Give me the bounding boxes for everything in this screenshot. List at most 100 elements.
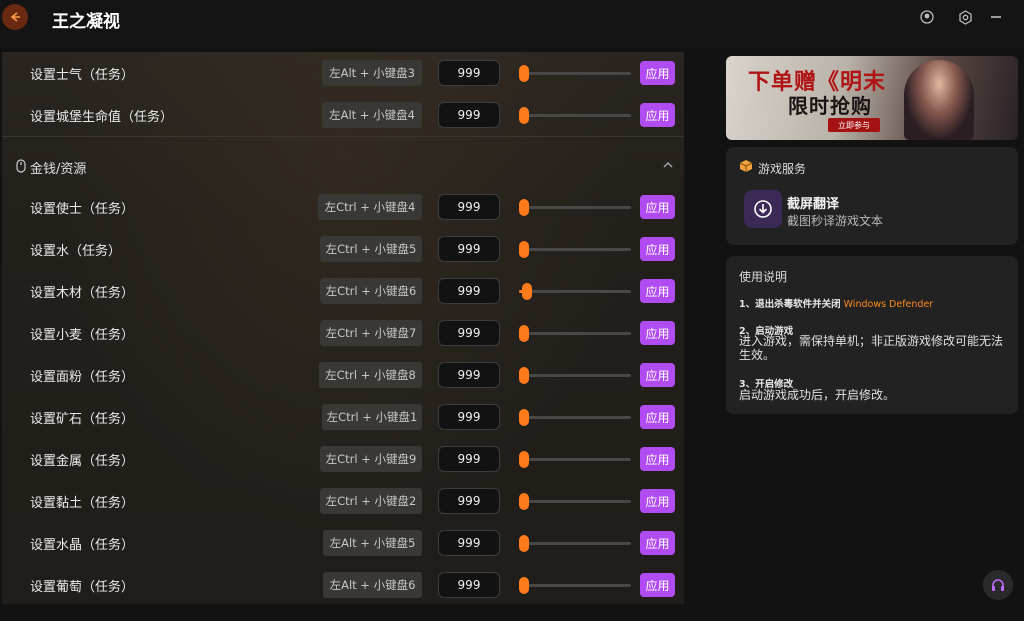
arrow-left-icon (10, 12, 20, 22)
cheat-label: 设置金属（任务） (30, 454, 135, 469)
value-slider[interactable] (519, 107, 631, 124)
support-button[interactable] (983, 570, 1013, 600)
step-1-title: 1、退出杀毒软件并关闭 (739, 299, 841, 310)
value-slider[interactable] (519, 325, 631, 342)
value-slider[interactable] (519, 65, 631, 82)
cheat-list-panel[interactable]: 设置士气（任务） 左Alt + 小键盘3 999 应用 设置城堡生命值（任务） … (2, 52, 684, 604)
user-icon (920, 10, 934, 24)
cheat-label: 设置葡萄（任务） (30, 580, 135, 595)
apply-button[interactable]: 应用 (640, 321, 675, 345)
value-input[interactable]: 999 (438, 236, 500, 262)
cheat-label: 设置城堡生命值（任务） (30, 110, 174, 125)
value-slider[interactable] (519, 283, 631, 300)
slider-thumb[interactable] (519, 493, 529, 510)
hotkey-button[interactable]: 左Alt + 小键盘5 (323, 530, 422, 556)
box-icon (739, 160, 753, 172)
value-slider[interactable] (519, 367, 631, 384)
slider-thumb[interactable] (519, 409, 529, 426)
step-2-text: 进入游戏，需保持单机；非正版游戏修改可能无法生效。 (739, 334, 1004, 362)
slider-thumb[interactable] (519, 325, 529, 342)
slider-thumb[interactable] (519, 451, 529, 468)
value-input[interactable]: 999 (438, 320, 500, 346)
chevron-up-icon[interactable] (662, 159, 674, 171)
hotkey-button[interactable]: 左Ctrl + 小键盘8 (319, 362, 422, 388)
value-input[interactable]: 999 (438, 446, 500, 472)
download-icon (754, 200, 772, 218)
hotkey-button[interactable]: 左Ctrl + 小键盘4 (318, 194, 422, 220)
value-input[interactable]: 999 (438, 530, 500, 556)
screen-translate-button[interactable] (744, 190, 782, 228)
slider-thumb[interactable] (519, 577, 529, 594)
slider-thumb[interactable] (519, 199, 529, 216)
cheat-label: 设置使士（任务） (30, 202, 135, 217)
value-slider[interactable] (519, 535, 631, 552)
services-title: 游戏服务 (758, 162, 807, 176)
slider-thumb[interactable] (519, 367, 529, 384)
cheat-label: 设置黏土（任务） (30, 496, 135, 511)
back-button[interactable] (2, 4, 28, 30)
apply-button[interactable]: 应用 (640, 405, 675, 429)
apply-button[interactable]: 应用 (640, 61, 675, 85)
cheat-label: 设置小麦（任务） (30, 328, 135, 343)
apply-button[interactable]: 应用 (640, 195, 675, 219)
hotkey-button[interactable]: 左Ctrl + 小键盘5 (320, 236, 422, 262)
hotkey-button[interactable]: 左Alt + 小键盘3 (322, 60, 422, 86)
minimize-button[interactable] (988, 9, 1004, 25)
value-slider[interactable] (519, 241, 631, 258)
slider-thumb[interactable] (519, 241, 529, 258)
value-input[interactable]: 999 (438, 194, 500, 220)
apply-button[interactable]: 应用 (640, 103, 675, 127)
cheat-label: 设置木材（任务） (30, 286, 135, 301)
instruction-step-1: 1、退出杀毒软件并关闭 Windows Defender (739, 296, 933, 310)
value-slider[interactable] (519, 451, 631, 468)
apply-button[interactable]: 应用 (640, 447, 675, 471)
cheat-label: 设置面粉（任务） (30, 370, 135, 385)
hotkey-button[interactable]: 左Ctrl + 小键盘1 (322, 404, 422, 430)
apply-button[interactable]: 应用 (640, 237, 675, 261)
hotkey-button[interactable]: 左Alt + 小键盘6 (323, 572, 422, 598)
character-art (904, 60, 974, 140)
apply-button[interactable]: 应用 (640, 573, 675, 597)
cheat-row: 设置城堡生命值（任务） 左Alt + 小键盘4 999 应用 (2, 94, 684, 136)
cheat-row: 设置小麦（任务） 左Ctrl + 小键盘7 999 应用 (2, 312, 684, 354)
hotkey-button[interactable]: 左Ctrl + 小键盘9 (320, 446, 422, 472)
apply-button[interactable]: 应用 (640, 489, 675, 513)
value-input[interactable]: 999 (438, 488, 500, 514)
hotkey-button[interactable]: 左Ctrl + 小键盘2 (320, 488, 422, 514)
apply-button[interactable]: 应用 (640, 363, 675, 387)
value-slider[interactable] (519, 493, 631, 510)
value-slider[interactable] (519, 409, 631, 426)
value-slider[interactable] (519, 199, 631, 216)
section-title: 金钱/资源 (30, 162, 87, 177)
value-input[interactable]: 999 (438, 60, 500, 86)
apply-button[interactable]: 应用 (640, 279, 675, 303)
slider-thumb[interactable] (519, 65, 529, 82)
service-item-name[interactable]: 截屏翻译 (787, 193, 839, 212)
slider-thumb[interactable] (521, 283, 532, 300)
instructions-title: 使用说明 (739, 270, 788, 284)
hotkey-button[interactable]: 左Alt + 小键盘4 (322, 102, 422, 128)
value-input[interactable]: 999 (438, 572, 500, 598)
cheat-row: 设置士气（任务） 左Alt + 小键盘3 999 应用 (2, 52, 684, 94)
user-button[interactable] (919, 9, 935, 25)
value-input[interactable]: 999 (438, 278, 500, 304)
slider-thumb[interactable] (519, 535, 529, 552)
slider-thumb[interactable] (519, 107, 529, 124)
value-input[interactable]: 999 (438, 404, 500, 430)
title-bar: 王之凝视 (0, 0, 1024, 48)
cheat-label: 设置水（任务） (30, 244, 122, 259)
hotkey-button[interactable]: 左Ctrl + 小键盘6 (320, 278, 422, 304)
value-input[interactable]: 999 (438, 362, 500, 388)
promo-banner[interactable]: 下单赠《明末 限时抢购 立即参与 (726, 56, 1018, 140)
value-slider[interactable] (519, 577, 631, 594)
cheat-row: 设置矿石（任务） 左Ctrl + 小键盘1 999 应用 (2, 396, 684, 438)
hotkey-button[interactable]: 左Ctrl + 小键盘7 (320, 320, 422, 346)
section-header-money[interactable]: 金钱/资源 (2, 136, 684, 177)
banner-join-button[interactable]: 立即参与 (828, 118, 880, 132)
settings-button[interactable] (957, 9, 973, 25)
cheat-row: 设置黏土（任务） 左Ctrl + 小键盘2 999 应用 (2, 480, 684, 522)
instructions-card: 使用说明 1、退出杀毒软件并关闭 Windows Defender 2、启动游戏 … (726, 256, 1018, 414)
apply-button[interactable]: 应用 (640, 531, 675, 555)
value-input[interactable]: 999 (438, 102, 500, 128)
windows-defender-link: Windows Defender (843, 299, 934, 310)
